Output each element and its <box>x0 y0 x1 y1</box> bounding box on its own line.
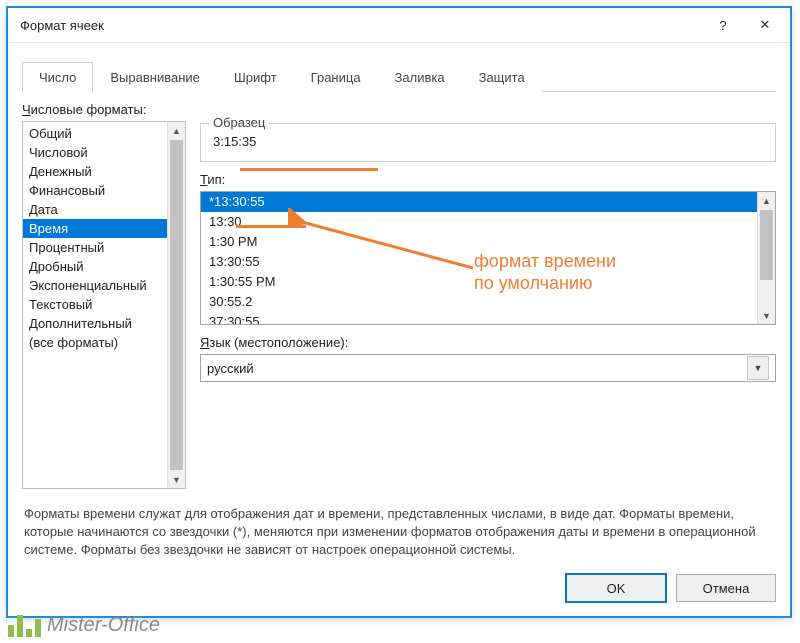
category-item[interactable]: (все форматы) <box>23 333 167 352</box>
category-item[interactable]: Финансовый <box>23 181 167 200</box>
scroll-up-icon[interactable]: ▲ <box>758 192 775 209</box>
category-item[interactable]: Дата <box>23 200 167 219</box>
close-icon: ✕ <box>760 17 771 33</box>
help-button[interactable]: ? <box>702 10 744 40</box>
tab-fill[interactable]: Заливка <box>378 62 462 92</box>
help-text: Форматы времени служат для отображения д… <box>24 505 774 559</box>
close-button[interactable]: ✕ <box>744 10 786 40</box>
tab-alignment[interactable]: Выравнивание <box>93 62 216 92</box>
type-item[interactable]: *13:30:55 <box>201 192 757 212</box>
annotation-underline-sample <box>240 168 378 171</box>
scroll-thumb[interactable] <box>170 140 183 470</box>
scroll-thumb[interactable] <box>760 210 773 280</box>
tab-protection[interactable]: Защита <box>462 62 542 92</box>
type-item[interactable]: 37:30:55 <box>201 312 757 324</box>
ok-button[interactable]: OK <box>566 574 666 602</box>
category-item[interactable]: Числовой <box>23 143 167 162</box>
sample-value: 3:15:35 <box>211 128 765 151</box>
language-label: Язык (местоположение): <box>200 335 776 350</box>
type-item[interactable]: 30:55.2 <box>201 292 757 312</box>
language-select[interactable]: русский ▼ <box>200 354 776 382</box>
category-item[interactable]: Время <box>23 219 167 238</box>
annotation-text: формат времени по умолчанию <box>474 250 616 294</box>
dialog-title: Формат ячеек <box>20 18 702 33</box>
category-scrollbar[interactable]: ▲ ▼ <box>167 122 185 488</box>
category-item[interactable]: Текстовый <box>23 295 167 314</box>
watermark-text: Mister-Office <box>47 614 160 637</box>
category-item[interactable]: Дополнительный <box>23 314 167 333</box>
sample-label: Образец <box>209 115 269 130</box>
category-item[interactable]: Экспоненциальный <box>23 276 167 295</box>
scroll-down-icon[interactable]: ▼ <box>168 471 185 488</box>
chevron-down-icon: ▼ <box>754 363 763 373</box>
titlebar: Формат ячеек ? ✕ <box>8 8 790 43</box>
watermark: Mister-Office <box>8 614 160 637</box>
category-item[interactable]: Процентный <box>23 238 167 257</box>
tab-number[interactable]: Число <box>22 62 93 92</box>
dropdown-button[interactable]: ▼ <box>747 356 769 380</box>
tab-font[interactable]: Шрифт <box>217 62 294 92</box>
tab-strip: Число Выравнивание Шрифт Граница Заливка… <box>22 61 776 92</box>
language-value: русский <box>207 361 747 376</box>
type-label: Тип: <box>200 172 776 187</box>
category-listbox[interactable]: Общий Числовой Денежный Финансовый Дата … <box>22 121 186 489</box>
category-item[interactable]: Общий <box>23 124 167 143</box>
format-cells-dialog: Формат ячеек ? ✕ Число Выравнивание Шриф… <box>6 6 792 618</box>
category-item[interactable]: Дробный <box>23 257 167 276</box>
type-item[interactable]: 13:30 <box>201 212 757 232</box>
sample-group: Образец 3:15:35 <box>200 123 776 162</box>
scroll-up-icon[interactable]: ▲ <box>168 122 185 139</box>
type-scrollbar[interactable]: ▲ ▼ <box>757 192 775 324</box>
categories-label: Числовые форматы: <box>22 102 776 117</box>
cancel-button[interactable]: Отмена <box>676 574 776 602</box>
type-item[interactable]: 1:30 PM <box>201 232 757 252</box>
tab-border[interactable]: Граница <box>294 62 378 92</box>
annotation-underline-type <box>236 225 306 228</box>
help-icon: ? <box>719 18 726 33</box>
scroll-down-icon[interactable]: ▼ <box>758 307 775 324</box>
category-item[interactable]: Денежный <box>23 162 167 181</box>
watermark-bars-icon <box>8 615 41 637</box>
